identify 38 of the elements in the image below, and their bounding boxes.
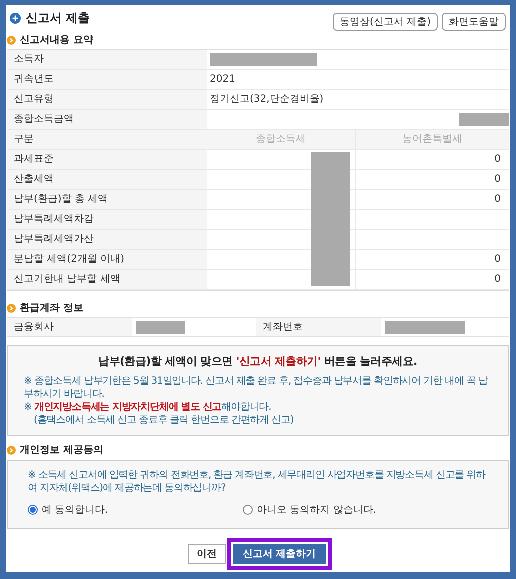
column-header: 구분 [13, 133, 35, 147]
label-cell: 계좌번호 [256, 318, 381, 336]
label-cell: 귀속년도 [7, 70, 207, 89]
label-cell: 납부특례세액가산 [7, 230, 207, 249]
bullet-icon [10, 12, 21, 24]
label-cell: 납부(환급)할 총 세액 [7, 190, 207, 209]
section-heading: 환급계좌 정보 [20, 302, 84, 316]
notice-headline: 납부(환급)할 세액이 맞으면 '신고서 제출하기' 버튼을 눌러주세요. [98, 354, 418, 370]
label-cell: 종합소득금액 [7, 110, 207, 129]
notice-text: ※ 종합소득세 납부기한은 5월 31일입니다. 신고서 제출 완료 후, 접수증과 납부서를 확인하시어 기한 내에 꼭 납부하시기 바랍니다. [24, 374, 490, 400]
column-header: 종합소득세 [207, 130, 356, 149]
amount-cell-text: 0 [494, 253, 501, 267]
notice-text: (홈택스에서 소득세 신고 종료후 클릭 한번으로 간편하게 신고) [33, 414, 295, 426]
notice-text: ※ 개인지방소득세는 지방자치단체에 별도 신고해야합니다. [24, 400, 272, 414]
value-cell-text: 2021 [210, 73, 236, 87]
column-header: 농어촌특별세 [402, 133, 464, 147]
radio-option[interactable]: 예 동의합니다. [28, 502, 108, 518]
section-heading: 개인정보 제공동의 [20, 444, 104, 458]
header-button[interactable]: 동영상(신고서 제출) [333, 13, 438, 31]
label-cell: 금융회사 [7, 318, 132, 336]
amount-cell-text: 0 [494, 153, 501, 167]
header-button[interactable]: 화면도움말 [442, 13, 506, 31]
label-cell: 소득자 [7, 50, 207, 69]
label-cell: 납부특례세액차감 [7, 210, 207, 229]
radio-option[interactable]: 아니오 동의하지 않습니다. [243, 502, 377, 518]
label-cell: 신고기한내 납부할 세액 [7, 270, 207, 289]
amount-cell-text: 0 [494, 193, 501, 207]
amount-cell-text: 0 [494, 273, 501, 287]
value-cell-text: 정기신고(32,단순경비율) [210, 93, 324, 107]
label-cell: 과세표준 [7, 150, 207, 169]
page-title: 신고서 제출 [26, 10, 90, 27]
section-heading: 신고서내용 요약 [20, 34, 94, 48]
label-cell: 산출세액 [7, 170, 207, 189]
consent-question: ※ 소득세 신고서에 입력한 귀하의 전화번호, 환급 계좌번호, 세무대리인 사업자번호를 지방소득세 신고를 위하여 지자체(위택스)에 제공하는데 동의하십니까? [28, 468, 487, 494]
back-button[interactable]: 이전 [188, 544, 226, 564]
label-cell: 분납할 세액(2개월 이내) [7, 250, 207, 269]
label-cell: 신고유형 [7, 90, 207, 109]
amount-cell-text: 0 [494, 173, 501, 187]
